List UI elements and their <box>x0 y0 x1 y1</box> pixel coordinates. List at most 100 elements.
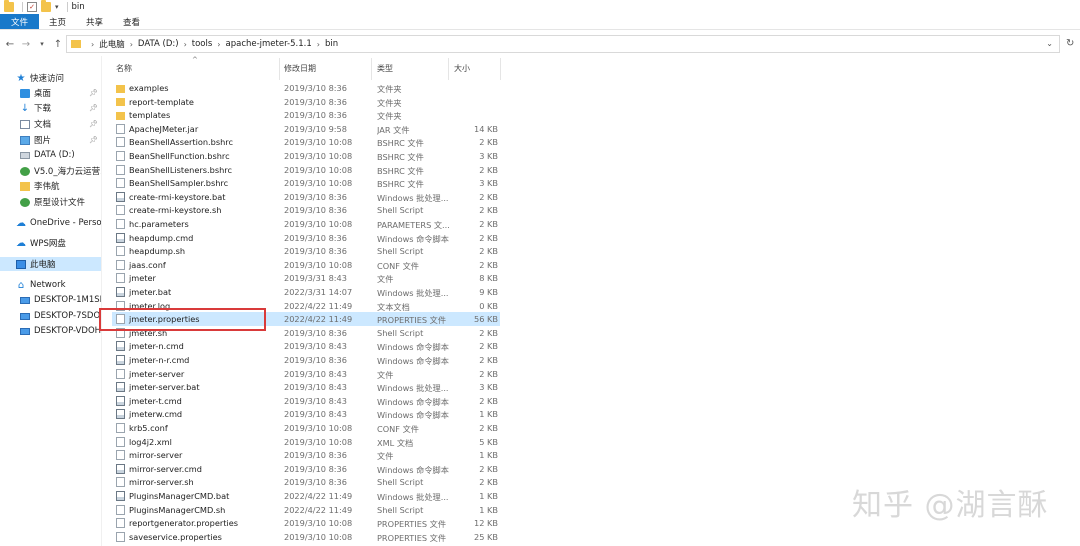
folder-icon <box>116 111 125 120</box>
file-row[interactable]: BeanShellFunction.bshrc 2019/3/10 10:08 BS… <box>112 149 500 163</box>
breadcrumb-data-drive[interactable]: DATA (D:) <box>138 39 179 49</box>
nav-prototype-folder[interactable]: 原型设计文件 <box>0 195 101 209</box>
nav-onedrive[interactable]: ☁ OneDrive - Persona <box>0 216 101 230</box>
breadcrumb-this-pc[interactable]: 此电脑 <box>99 38 125 50</box>
file-row[interactable]: templates 2019/3/10 8:36 文件夹 <box>112 108 500 122</box>
nav-user-folder[interactable]: 李伟航 <box>0 179 101 193</box>
column-divider[interactable] <box>371 58 372 80</box>
nav-downloads[interactable]: ↓ 下载 📌︎ <box>0 101 101 115</box>
nav-data-drive[interactable]: DATA (D:) <box>0 148 101 162</box>
nav-label: 快速访问 <box>30 74 65 84</box>
tab-share[interactable]: 共享 <box>76 14 113 29</box>
file-row[interactable]: reportgenerator.properties 2019/3/10 10:0… <box>112 516 500 530</box>
chevron-right-icon[interactable]: › <box>184 40 187 49</box>
nav-desktop-1[interactable]: DESKTOP-1M1SM <box>0 293 101 307</box>
chevron-right-icon[interactable]: › <box>217 40 220 49</box>
tab-home[interactable]: 主页 <box>39 14 76 29</box>
nav-label: 此电脑 <box>30 260 56 270</box>
column-header-name[interactable]: 名称 <box>116 63 132 74</box>
nav-desktop-3[interactable]: DESKTOP-VDOHR <box>0 324 101 338</box>
chevron-down-icon[interactable]: ⌄ <box>1046 39 1053 48</box>
file-row[interactable]: hc.parameters 2019/3/10 10:08 PARAMETERS 文… <box>112 217 500 231</box>
file-row[interactable]: heapdump.sh 2019/3/10 8:36 Shell Script 2 K… <box>112 244 500 258</box>
file-size: 2 KB <box>479 423 498 433</box>
file-row[interactable]: jmeterw.cmd 2019/3/10 8:43 Windows 命令脚本 1 K… <box>112 407 500 421</box>
file-row[interactable]: log4j2.xml 2019/3/10 10:08 XML 文档 5 KB <box>112 435 500 449</box>
tab-file[interactable]: 文件 <box>0 14 40 29</box>
file-row[interactable]: BeanShellListeners.bshrc 2019/3/10 10:08 B… <box>112 163 500 177</box>
file-row[interactable]: jmeter-server.bat 2019/3/10 8:43 Windows 批… <box>112 380 500 394</box>
title-bar: ✓ ▾ bin <box>0 0 1080 14</box>
file-type: CONF 文件 <box>377 424 419 434</box>
column-divider[interactable] <box>448 58 449 80</box>
file-row[interactable]: BeanShellSampler.bshrc 2019/3/10 10:08 BSH… <box>112 176 500 190</box>
file-row[interactable]: mirror-server.sh 2019/3/10 8:36 Shell Scri… <box>112 475 500 489</box>
pin-icon[interactable]: 📌︎ <box>89 104 98 112</box>
file-name: jmeter-server <box>129 368 185 379</box>
nav-wps-drive[interactable]: ☁ WPS网盘 <box>0 236 101 250</box>
file-row[interactable]: create-rmi-keystore.bat 2019/3/10 8:36 Win… <box>112 190 500 204</box>
breadcrumb-jmeter[interactable]: apache-jmeter-5.1.1 <box>226 39 312 49</box>
file-row[interactable]: jmeter 2019/3/31 8:43 文件 8 KB <box>112 271 500 285</box>
file-row[interactable]: ApacheJMeter.jar 2019/3/10 9:58 JAR 文件 14 K… <box>112 122 500 136</box>
nav-v5-folder[interactable]: V5.0_海力云运营系 <box>0 164 101 178</box>
column-header-type[interactable]: 类型 <box>377 63 393 74</box>
file-row[interactable]: jmeter.bat 2022/3/31 14:07 Windows 批处理... 9… <box>112 285 500 299</box>
file-date: 2019/3/10 8:36 <box>284 83 347 93</box>
nav-network[interactable]: ⌂ Network <box>0 278 101 292</box>
file-row[interactable]: create-rmi-keystore.sh 2019/3/10 8:36 Shel… <box>112 203 500 217</box>
pin-icon[interactable]: 📌︎ <box>89 120 98 128</box>
file-row[interactable]: examples 2019/3/10 8:36 文件夹 <box>112 81 500 95</box>
chevron-right-icon[interactable]: › <box>91 40 94 49</box>
file-row[interactable]: jmeter-n-r.cmd 2019/3/10 8:36 Windows 命令脚本… <box>112 353 500 367</box>
address-bar[interactable]: › 此电脑 › DATA (D:) › tools › apache-jmete… <box>66 35 1060 53</box>
file-row[interactable]: BeanShellAssertion.bshrc 2019/3/10 10:08 B… <box>112 135 500 149</box>
file-row[interactable]: saveservice.properties 2019/3/10 10:08 PRO… <box>112 530 500 544</box>
file-name: BeanShellListeners.bshrc <box>129 164 232 175</box>
chevron-right-icon[interactable]: › <box>317 40 320 49</box>
up-arrow-icon[interactable]: ↑ <box>52 39 64 50</box>
file-icon <box>116 450 125 461</box>
chevron-right-icon[interactable]: › <box>130 40 133 49</box>
properties-icon[interactable]: ✓ <box>27 2 37 12</box>
file-row[interactable]: jmeter-n.cmd 2019/3/10 8:43 Windows 命令脚本 2 … <box>112 339 500 353</box>
customize-quick-access-icon[interactable]: ▾ <box>55 3 59 11</box>
file-row[interactable]: report-template 2019/3/10 8:36 文件夹 <box>112 95 500 109</box>
file-row[interactable]: PluginsManagerCMD.bat 2022/4/22 11:49 Wind… <box>112 489 500 503</box>
file-date: 2019/3/10 8:36 <box>284 327 347 338</box>
file-row[interactable]: heapdump.cmd 2019/3/10 8:36 Windows 命令脚本 2 … <box>112 231 500 245</box>
column-header-size[interactable]: 大小 <box>454 63 470 74</box>
file-row[interactable]: jaas.conf 2019/3/10 10:08 CONF 文件 2 KB <box>112 258 500 272</box>
nav-desktop-2[interactable]: DESKTOP-7SDOS <box>0 309 101 323</box>
file-type: Windows 批处理... <box>377 288 449 298</box>
file-row[interactable]: mirror-server.cmd 2019/3/10 8:36 Windows 命… <box>112 462 500 476</box>
forward-arrow-icon[interactable]: → <box>20 39 32 50</box>
nav-quick-access[interactable]: ★ 快速访问 <box>0 71 101 85</box>
column-divider[interactable] <box>279 58 280 80</box>
file-row[interactable]: jmeter-t.cmd 2019/3/10 8:43 Windows 命令脚本 2 … <box>112 394 500 408</box>
breadcrumb-tools[interactable]: tools <box>192 39 213 49</box>
pin-icon[interactable]: 📌︎ <box>89 89 98 97</box>
file-row[interactable]: PluginsManagerCMD.sh 2022/4/22 11:49 Shell… <box>112 503 500 517</box>
column-divider[interactable] <box>500 58 501 80</box>
file-date: 2019/3/10 10:08 <box>284 259 353 270</box>
back-arrow-icon[interactable]: ← <box>4 39 16 50</box>
column-header-date[interactable]: 修改日期 <box>284 63 316 74</box>
script-file-icon <box>116 191 125 202</box>
nav-pictures[interactable]: 图片 📌︎ <box>0 133 101 147</box>
file-date: 2019/3/10 8:43 <box>284 409 347 420</box>
pin-icon[interactable]: 📌︎ <box>89 136 98 144</box>
refresh-icon[interactable]: ↻ <box>1066 38 1074 49</box>
file-row[interactable]: jmeter-server 2019/3/10 8:43 文件 2 KB <box>112 367 500 381</box>
nav-documents[interactable]: 文档 📌︎ <box>0 117 101 131</box>
nav-this-pc[interactable]: 此电脑 <box>0 257 101 271</box>
watermark: 知乎 @湖言酥 <box>852 488 1049 523</box>
file-size: 2 KB <box>479 368 498 379</box>
nav-desktop[interactable]: 桌面 📌︎ <box>0 86 101 100</box>
file-row[interactable]: krb5.conf 2019/3/10 10:08 CONF 文件 2 KB <box>112 421 500 435</box>
breadcrumb-bin[interactable]: bin <box>325 39 338 49</box>
recent-locations-icon[interactable]: ▾ <box>36 40 48 48</box>
new-folder-icon[interactable] <box>41 0 51 12</box>
tab-view[interactable]: 查看 <box>113 14 150 29</box>
file-row[interactable]: mirror-server 2019/3/10 8:36 文件 1 KB <box>112 448 500 462</box>
